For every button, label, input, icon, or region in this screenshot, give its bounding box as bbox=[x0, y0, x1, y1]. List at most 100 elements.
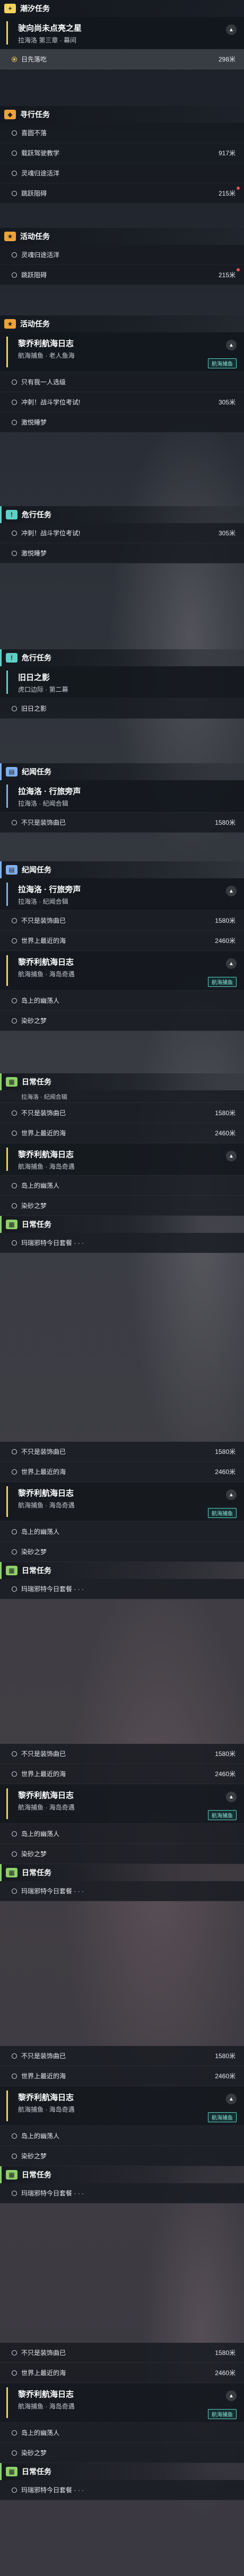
chevron-up-icon[interactable]: ▲ bbox=[226, 1792, 237, 1802]
quest-card[interactable]: 黎乔利航海日志 航海捕鱼 · 海岛奇遇 ▲ 航海捕鱼 bbox=[0, 2086, 244, 2126]
section-header[interactable]: ▦ 日常任务 bbox=[0, 2166, 244, 2183]
objective-row[interactable]: 世界上最近的海 2460米 bbox=[0, 1123, 244, 1143]
objective-row[interactable]: 灵魂归途活洋 bbox=[0, 245, 244, 265]
section-header[interactable]: ★ 活动任务 bbox=[0, 228, 244, 245]
chevron-up-icon[interactable]: ▲ bbox=[226, 958, 237, 969]
objective-label: 岛上的幽荡人 bbox=[21, 1830, 60, 1838]
objective-row[interactable]: 只有我一人选级 bbox=[0, 372, 244, 392]
objective-label: 玛瑞邪特今日套餐 · · · bbox=[21, 2486, 84, 2494]
repeated-task-block: 不只是装饰曲已 1580米 世界上最近的海 2460米 黎乔利航海日志 航海捕鱼 ·… bbox=[0, 2046, 244, 2203]
quest-card[interactable]: 黎乔利航海日志 航海捕鱼 · 海岛奇遇 ▲ 航海捕鱼 bbox=[0, 1784, 244, 1824]
chevron-up-icon[interactable]: ▲ bbox=[226, 1489, 237, 1500]
objective-row[interactable]: 岛上的幽荡人 bbox=[0, 2126, 244, 2146]
objective-row[interactable]: 玛瑞邪特今日套餐 · · · bbox=[0, 1881, 244, 1901]
section-header[interactable]: ◆ 寻行任务 bbox=[0, 106, 244, 123]
circle-icon bbox=[12, 2133, 17, 2139]
objective-row[interactable]: 不只是装饰曲已 1580米 bbox=[0, 2046, 244, 2066]
objective-row[interactable]: 玛瑞邪特今日套餐 · · · bbox=[0, 1233, 244, 1253]
quest-bar bbox=[6, 2090, 8, 2121]
objective-row[interactable]: 染砂之梦 bbox=[0, 1196, 244, 1216]
header-label: 活动任务 bbox=[20, 320, 50, 328]
objective-row[interactable]: 不只是装饰曲已 1580米 bbox=[0, 1103, 244, 1123]
objective-row[interactable]: 灵魂归途活洋 bbox=[0, 163, 244, 183]
objective-label: 世界上最近的海 bbox=[21, 1468, 66, 1476]
objective-row[interactable]: 染砂之梦 bbox=[0, 1844, 244, 1864]
quest-title: 黎乔利航海日志 bbox=[18, 1791, 74, 1800]
quest-card[interactable]: 黎乔利航海日志 航海捕鱼 · 海岛奇遇 ▲ 航海捕鱼 bbox=[0, 2383, 244, 2423]
objective-row[interactable]: 染砂之梦 bbox=[0, 2443, 244, 2463]
section-header[interactable]: ! 危行任务 bbox=[0, 649, 244, 666]
section-header[interactable]: ▦ 日常任务 bbox=[0, 1073, 244, 1090]
objective-row[interactable]: 世界上最近的海 2460米 bbox=[0, 1764, 244, 1784]
objective-label: 玛瑞邪特今日套餐 · · · bbox=[21, 1585, 84, 1593]
quest-card[interactable]: 旧日之影 虎口边际 · 第二幕 bbox=[0, 666, 244, 699]
section-header[interactable]: ! 危行任务 bbox=[0, 506, 244, 523]
quest-card[interactable]: 驶向尚未点亮之星 拉海洛 第三章 · 幕间 ▲ bbox=[0, 17, 244, 49]
objective-row[interactable]: 染砂之梦 bbox=[0, 1011, 244, 1031]
section-header[interactable]: ▦ 日常任务 bbox=[0, 2463, 244, 2480]
objective-row[interactable]: 不只是装饰曲已 1580米 bbox=[0, 1442, 244, 1462]
objective-row[interactable]: 不只是装饰曲已 1580米 bbox=[0, 1744, 244, 1764]
section-header[interactable]: ▦ 日常任务 bbox=[0, 1216, 244, 1233]
star-icon: ★ bbox=[4, 232, 16, 241]
circle-icon bbox=[12, 2153, 17, 2159]
objective-row[interactable]: 旧日之影 bbox=[0, 699, 244, 719]
quest-subtitle: 航海捕鱼 · 老人鱼海 bbox=[18, 352, 75, 359]
chevron-up-icon[interactable]: ▲ bbox=[226, 1151, 237, 1161]
quest-card[interactable]: 拉海洛 · 行旅旁声 拉海洛 · 纪闻合辑 ▲ bbox=[0, 878, 244, 911]
distance: 2460米 bbox=[215, 2369, 236, 2377]
objective-row[interactable]: 不只是装饰曲已 1580米 bbox=[0, 2343, 244, 2363]
quest-title: 拉海洛 · 行旅旁声 bbox=[18, 787, 81, 796]
objective-row[interactable]: 不只是装饰曲已 1580米 bbox=[0, 813, 244, 833]
header-label: 日常任务 bbox=[22, 2171, 51, 2179]
objective-label: 染砂之梦 bbox=[21, 1850, 47, 1858]
objective-row[interactable]: 跳跃阻碍 215米 bbox=[0, 265, 244, 285]
chevron-up-icon[interactable]: ▲ bbox=[226, 2094, 237, 2104]
objective-row[interactable]: 世界上最近的海 2460米 bbox=[0, 1462, 244, 1482]
objective-row[interactable]: 跳跃阻碍 215米 bbox=[0, 183, 244, 204]
objective-row[interactable]: 不只是装饰曲已 1580米 bbox=[0, 911, 244, 931]
chevron-up-icon[interactable]: ▲ bbox=[226, 340, 237, 350]
objective-label: 冲刺！战斗学位考试! bbox=[21, 530, 81, 537]
quest-card[interactable]: 黎乔利航海日志 航海捕鱼 · 海岛奇遇 ▲ 航海捕鱼 bbox=[0, 1482, 244, 1522]
objective-row[interactable]: 染砂之梦 bbox=[0, 1542, 244, 1562]
quest-bar bbox=[6, 784, 8, 808]
objective-row[interactable]: 岛上的幽荡人 bbox=[0, 991, 244, 1011]
objective-row[interactable]: 激悦睡梦 bbox=[0, 543, 244, 563]
objective-row[interactable]: 世界上最近的海 2460米 bbox=[0, 931, 244, 951]
objective-row[interactable]: 世界上最近的海 2460米 bbox=[0, 2363, 244, 2383]
section-header[interactable]: ▦ 日常任务 bbox=[0, 1864, 244, 1881]
chevron-up-icon[interactable]: ▲ bbox=[226, 24, 237, 35]
objective-row[interactable]: 冲刺！战斗学位考试! 305米 bbox=[0, 523, 244, 543]
chevron-up-icon[interactable]: ▲ bbox=[226, 886, 237, 896]
objective-row[interactable]: 岛上的幽荡人 bbox=[0, 1824, 244, 1844]
quest-card[interactable]: 黎乔利航海日志 航海捕鱼 · 老人鱼海 ▲ 航海捕鱼 bbox=[0, 332, 244, 372]
quest-card[interactable]: 黎乔利航海日志 航海捕鱼 · 海岛奇遇 ▲ bbox=[0, 1143, 244, 1176]
objective-row[interactable]: 玛瑞邪特今日套餐 · · · bbox=[0, 2480, 244, 2500]
objective-row[interactable]: 玛瑞邪特今日套餐 · · · bbox=[0, 1579, 244, 1599]
objective-row[interactable]: 岛上的幽荡人 bbox=[0, 1176, 244, 1196]
quest-card[interactable]: 黎乔利航海日志 航海捕鱼 · 海岛奇遇 ▲ 航海捕鱼 bbox=[0, 951, 244, 991]
objective-row[interactable]: 岛上的幽荡人 bbox=[0, 2423, 244, 2443]
objective-row[interactable]: 载跃驾驶教学 917米 bbox=[0, 143, 244, 163]
objective-row[interactable]: 岛上的幽荡人 bbox=[0, 1522, 244, 1542]
objective-row[interactable]: 日先落吃 298米 bbox=[0, 49, 244, 69]
section-header[interactable]: ★ 活动任务 bbox=[0, 315, 244, 332]
section-header[interactable]: ▤ 纪闻任务 bbox=[0, 861, 244, 878]
objective-row[interactable]: 玛瑞邪特今日套餐 · · · bbox=[0, 2183, 244, 2203]
chevron-up-icon[interactable]: ▲ bbox=[226, 2390, 237, 2401]
section-header[interactable]: ▦ 日常任务 bbox=[0, 1562, 244, 1579]
section-header[interactable]: ▤ 纪闻任务 bbox=[0, 763, 244, 780]
quest-card[interactable]: 拉海洛 · 行旅旁声 拉海洛 · 纪闻合辑 bbox=[0, 780, 244, 813]
objective-row[interactable]: 喜圆不落 bbox=[0, 123, 244, 143]
objective-row[interactable]: 染砂之梦 bbox=[0, 2146, 244, 2166]
objective-row[interactable]: 冲刺！战斗学位考试! 305米 bbox=[0, 392, 244, 412]
objective-row[interactable]: 世界上最近的海 2460米 bbox=[0, 2066, 244, 2086]
objective-row[interactable]: 激悦睡梦 bbox=[0, 412, 244, 433]
section-header[interactable]: + 潮汐任务 bbox=[0, 0, 244, 17]
warning-icon: ! bbox=[6, 510, 18, 519]
header-label: 日常任务 bbox=[22, 1220, 51, 1229]
objective-label: 染砂之梦 bbox=[21, 1202, 47, 1210]
event-task-section-expanded: ★ 活动任务 黎乔利航海日志 航海捕鱼 · 老人鱼海 ▲ 航海捕鱼 只有我一人选… bbox=[0, 315, 244, 433]
quest-bar bbox=[6, 1148, 8, 1171]
